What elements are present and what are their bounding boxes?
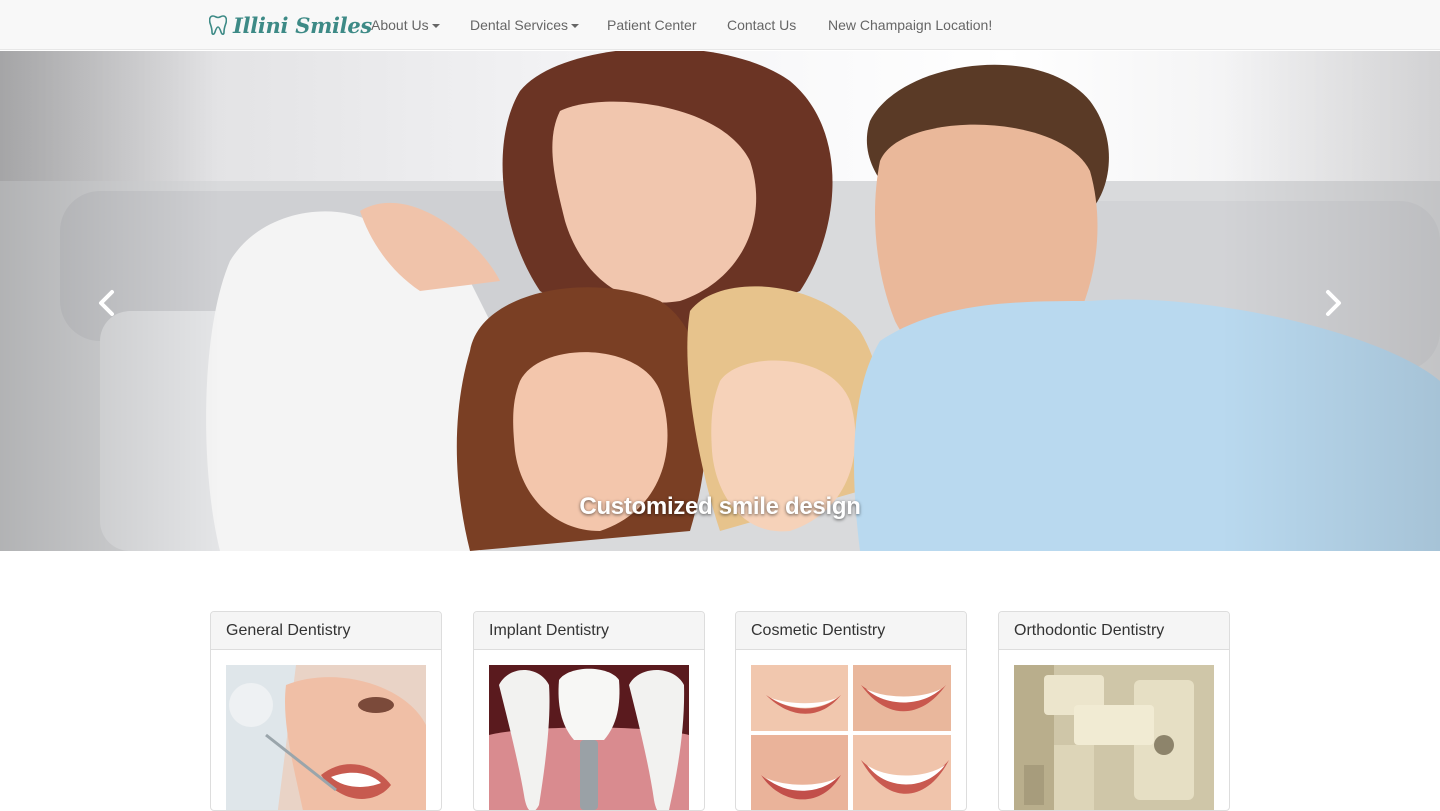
nav-about-us[interactable]: About Us (371, 0, 440, 50)
carousel-prev-button[interactable] (86, 283, 126, 323)
panel-title: Cosmetic Dentistry (736, 612, 966, 650)
top-navbar: Illini Smiles About Us Dental Services P… (0, 0, 1440, 50)
brand-name: Illini Smiles (233, 12, 372, 38)
nav-about-us-label: About Us (371, 17, 429, 33)
service-panel-general[interactable]: General Dentistry (210, 611, 442, 811)
brand-logo-link[interactable]: Illini Smiles (209, 12, 372, 38)
nav-dental-services[interactable]: Dental Services (470, 0, 580, 50)
tooth-icon (209, 15, 227, 36)
caret-down-icon (431, 24, 440, 28)
nav-patient-center-label: Patient Center (607, 17, 697, 33)
dental-implant-image (489, 665, 689, 810)
carousel-next-button[interactable] (1314, 283, 1354, 323)
nav-new-location-label: New Champaign Location! (828, 17, 993, 33)
carousel-caption: Customized smile design (579, 493, 861, 520)
panel-title: Implant Dentistry (474, 612, 704, 650)
nav-patient-center[interactable]: Patient Center (607, 0, 697, 50)
panel-title: General Dentistry (211, 612, 441, 650)
chevron-right-icon (1326, 290, 1341, 316)
nav-new-location[interactable]: New Champaign Location! (828, 0, 992, 50)
xray-machine-image (1014, 665, 1214, 810)
panel-title: Orthodontic Dentistry (999, 612, 1229, 650)
chevron-left-icon (99, 290, 114, 316)
service-panel-implant[interactable]: Implant Dentistry (473, 611, 705, 811)
dental-exam-image (226, 665, 426, 810)
caret-down-icon (571, 24, 580, 28)
nav-contact-us[interactable]: Contact Us (727, 0, 796, 50)
smiles-collage-image (751, 665, 951, 810)
service-panel-cosmetic[interactable]: Cosmetic Dentistry (735, 611, 967, 811)
hero-carousel: Customized smile design (0, 51, 1440, 551)
nav-contact-us-label: Contact Us (727, 17, 797, 33)
nav-dental-services-label: Dental Services (470, 17, 569, 33)
service-panel-orthodontic[interactable]: Orthodontic Dentistry (998, 611, 1230, 811)
